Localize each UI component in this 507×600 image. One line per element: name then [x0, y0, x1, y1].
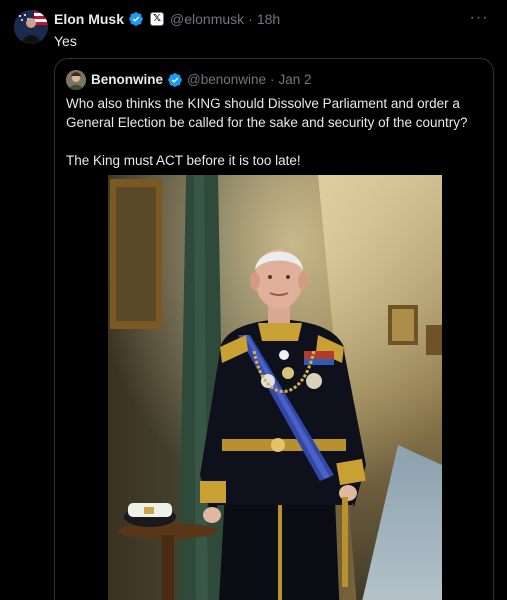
more-dots-icon[interactable]: ··· [467, 8, 491, 28]
post-time[interactable]: 18h [257, 10, 280, 28]
separator-dot: · [248, 11, 253, 27]
quoted-text: Who also thinks the KING should Dissolve… [66, 94, 486, 170]
author-handle[interactable]: @elonmusk [170, 10, 244, 28]
quoted-author-avatar[interactable] [66, 70, 86, 90]
x-logo-icon: 𝕏 [150, 12, 165, 26]
quoted-post[interactable]: Benonwine @benonwine · Jan 2 Who also th… [54, 58, 494, 600]
author-name[interactable]: Elon Musk [54, 10, 124, 28]
quoted-paragraph: The King must ACT before it is too late! [66, 153, 301, 168]
quoted-paragraph: Who also thinks the KING should Dissolve… [66, 96, 468, 130]
post-text: Yes [54, 33, 77, 49]
quoted-author-name[interactable]: Benonwine [91, 71, 163, 89]
verified-checkmark-icon [168, 73, 182, 87]
post-header: Elon Musk 𝕏 @elonmusk · 18h [54, 10, 280, 28]
quoted-header: Benonwine @benonwine · Jan 2 [91, 71, 312, 89]
author-avatar[interactable] [14, 10, 48, 44]
quoted-post-time[interactable]: Jan 2 [279, 71, 312, 89]
verified-checkmark-icon [129, 12, 143, 26]
separator-dot: · [270, 72, 275, 87]
quoted-author-handle[interactable]: @benonwine [187, 71, 266, 89]
post-card: Elon Musk 𝕏 @elonmusk · 18h ··· Yes Beno… [0, 0, 507, 600]
post-image-king-portrait[interactable] [108, 175, 442, 600]
